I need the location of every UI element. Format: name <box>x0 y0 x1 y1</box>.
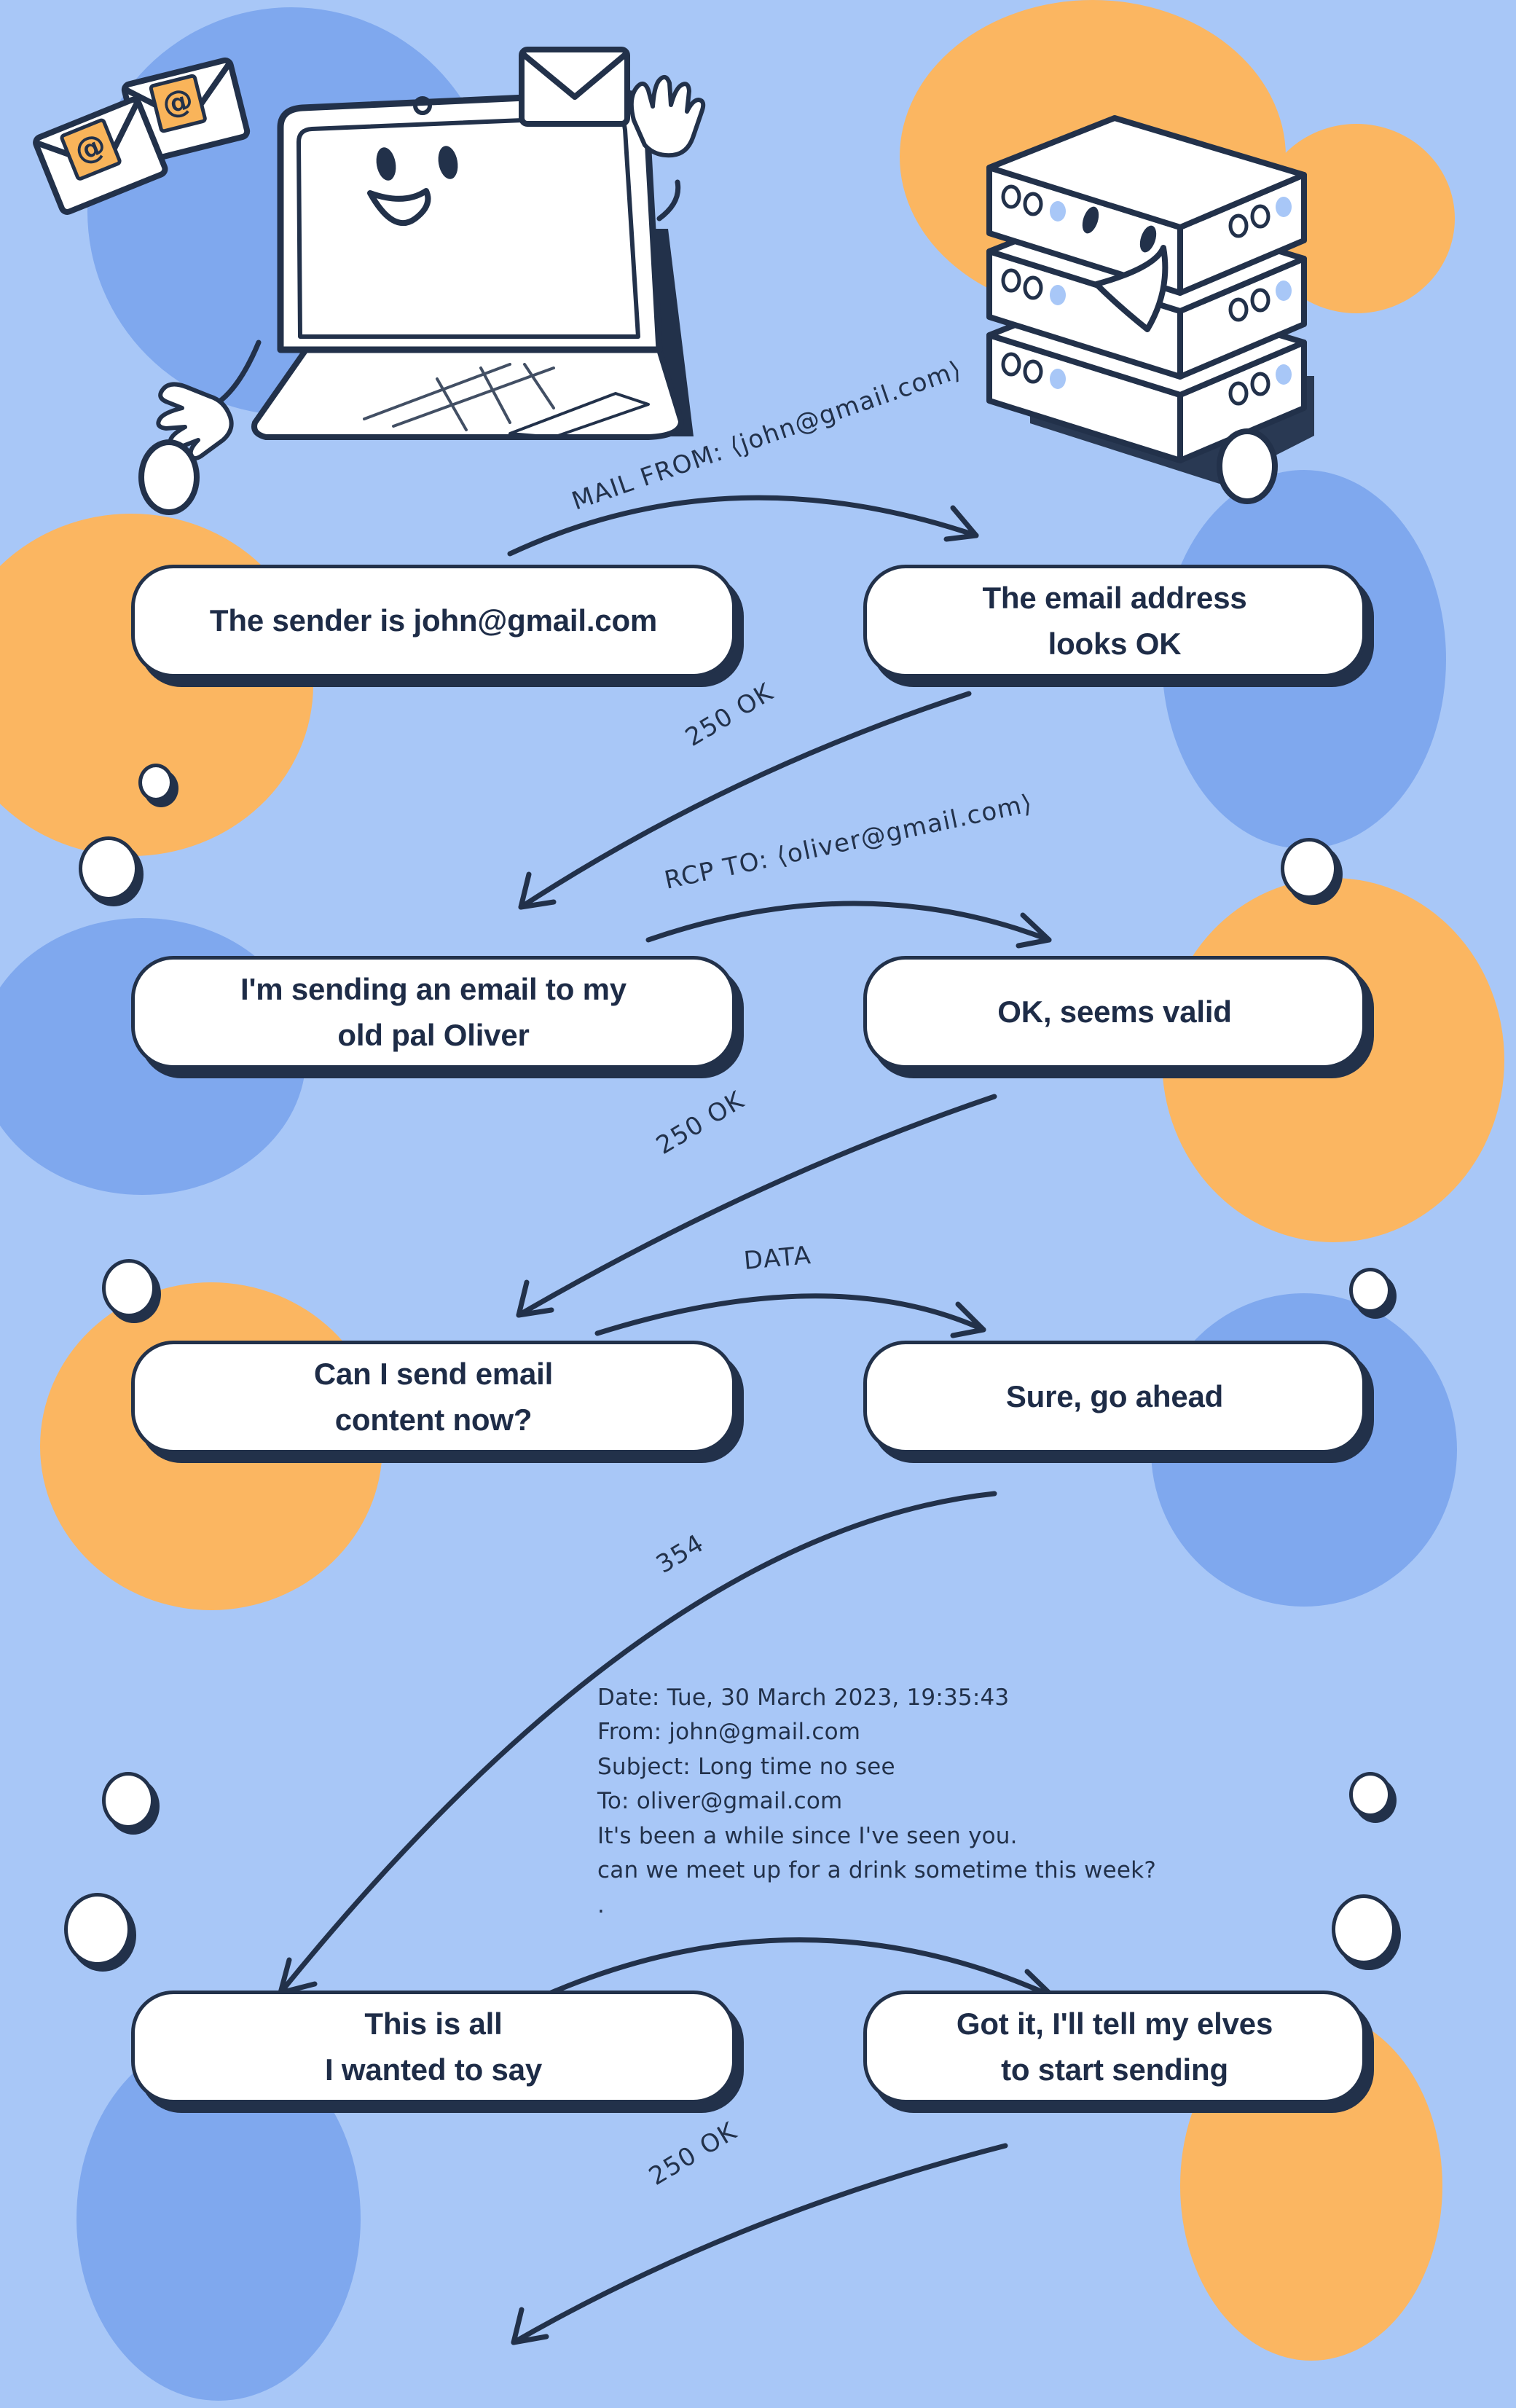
email-message-block: Date: Tue, 30 March 2023, 19:35:43 From:… <box>597 1681 1202 1923</box>
dot-1 <box>138 764 173 801</box>
email-line-body-2: can we meet up for a drink sometime this… <box>597 1857 1156 1884</box>
email-line-subject: Subject: Long time no see <box>597 1753 895 1780</box>
dot-4 <box>102 1259 156 1317</box>
dot-2 <box>79 836 138 901</box>
email-line-date: Date: Tue, 30 March 2023, 19:35:43 <box>597 1685 1010 1711</box>
dot-3 <box>1281 838 1338 899</box>
decorative-dots <box>0 0 1516 2408</box>
email-line-to: To: oliver@gmail.com <box>597 1788 843 1815</box>
email-line-body-1: It's been a while since I've seen you. <box>597 1822 1018 1849</box>
dot-9 <box>1332 1894 1396 1964</box>
email-line-from: From: john@gmail.com <box>597 1719 861 1746</box>
smtp-conversation-diagram: @ @ MAIL FROM: ⟨john@gmail.com⟩ 250 OK R… <box>0 0 1516 2408</box>
dot-5 <box>1349 1268 1391 1313</box>
email-line-terminator: . <box>597 1891 605 1918</box>
dot-6 <box>102 1772 154 1829</box>
dot-8 <box>64 1893 131 1966</box>
dot-7 <box>1349 1772 1391 1817</box>
